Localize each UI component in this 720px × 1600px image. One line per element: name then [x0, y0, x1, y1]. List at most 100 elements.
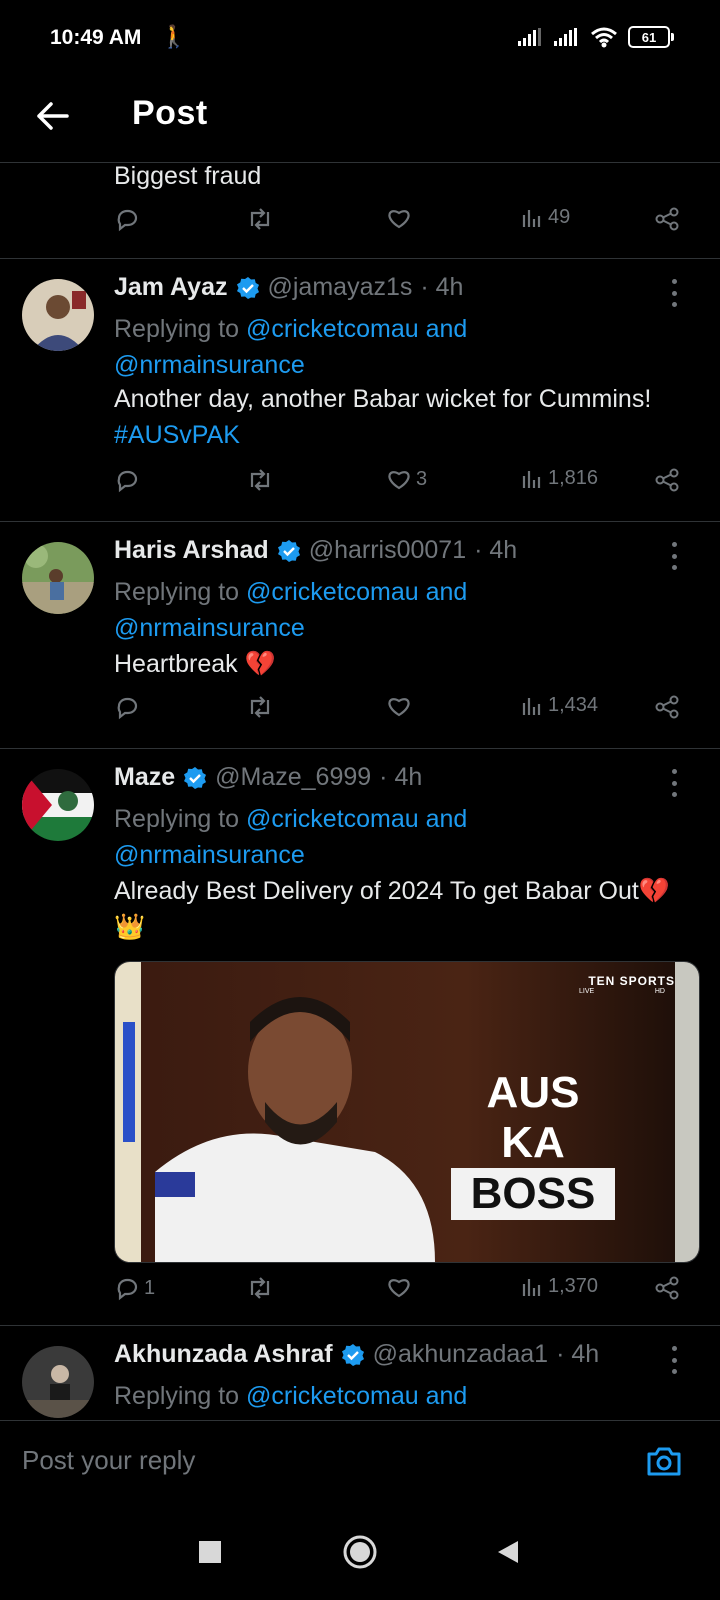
tweet-text: Biggest fraud — [114, 162, 262, 190]
reply-button[interactable]: 1 — [114, 1275, 155, 1301]
mention-link[interactable]: @nrmainsurance — [114, 351, 305, 379]
triangle-back-icon — [498, 1541, 518, 1563]
post-time: · 4h — [420, 273, 464, 301]
views-button[interactable]: 49 — [522, 206, 570, 229]
verified-badge-icon — [236, 276, 259, 299]
views-count: 1,434 — [548, 694, 599, 716]
tweet-text: Already Best Delivery of 2024 To get Bab… — [114, 877, 670, 941]
tweet[interactable]: Biggest fraud 49 — [0, 162, 720, 259]
reply-input[interactable]: Post your reply — [22, 1445, 195, 1476]
author-handle[interactable]: @Maze_6999 — [215, 763, 371, 792]
tweet-actions: 3 1,816 — [114, 467, 694, 503]
like-button[interactable] — [386, 206, 412, 230]
signal-icon — [554, 28, 577, 46]
system-nav-bar — [0, 1504, 720, 1600]
square-icon — [199, 1541, 221, 1563]
verified-badge-icon — [184, 766, 207, 789]
signal-icon — [518, 28, 541, 46]
repost-button[interactable] — [246, 467, 274, 493]
post-time: · 4h — [474, 536, 518, 564]
top-app-bar: Post — [0, 80, 720, 163]
more-options-button[interactable] — [664, 279, 684, 307]
camera-button[interactable] — [644, 1441, 684, 1481]
speech-bubble-icon — [117, 697, 138, 720]
avatar[interactable] — [22, 279, 94, 351]
repost-button[interactable] — [246, 206, 274, 232]
views-button[interactable]: 1,370 — [522, 1275, 598, 1298]
tweet[interactable]: Akhunzada Ashraf @akhunzadaa1 · 4h Reply… — [0, 1326, 720, 1420]
views-button[interactable]: 1,434 — [522, 694, 598, 717]
author-name[interactable]: Jam Ayaz — [114, 273, 228, 302]
hd-label: HD — [654, 988, 665, 995]
views-count: 49 — [548, 206, 571, 228]
reply-button[interactable] — [114, 467, 140, 493]
verified-badge-icon — [277, 539, 300, 562]
avatar[interactable] — [22, 542, 94, 614]
reply-feed[interactable]: Biggest fraud 49 Jam Ayaz @jamayaz1s · 4… — [0, 162, 720, 1420]
like-button[interactable] — [386, 694, 412, 718]
recents-button[interactable] — [188, 1530, 232, 1574]
arrow-left-icon — [37, 102, 69, 130]
mention-link[interactable]: @cricketcomau and — [246, 1382, 467, 1410]
author-handle[interactable]: @jamayaz1s — [268, 273, 413, 302]
tweet[interactable]: Haris Arshad @harris00071 · 4h Replying … — [0, 522, 720, 749]
tweet[interactable]: Maze @Maze_6999 · 4h Replying to @cricke… — [0, 749, 720, 1326]
tweet-media-image[interactable]: TEN SPORTS LIVE HD AUS KA BOSS — [114, 961, 700, 1263]
post-time: · 4h — [556, 1340, 600, 1368]
status-bar: 10:49 AM 🚶 61 — [0, 0, 720, 80]
tweet-actions: 1 1,370 — [114, 1275, 694, 1311]
tweet[interactable]: Jam Ayaz @jamayaz1s · 4h Replying to @cr… — [0, 259, 720, 522]
repost-icon — [250, 696, 270, 718]
replying-to: Replying to @cricketcomau and — [114, 1382, 468, 1410]
heart-icon — [388, 698, 410, 717]
reply-button[interactable] — [114, 206, 140, 232]
share-icon — [655, 207, 679, 231]
back-button[interactable] — [30, 94, 74, 138]
mention-link[interactable]: @cricketcomau and — [246, 578, 467, 606]
heart-icon — [388, 1279, 410, 1298]
reply-composer[interactable]: Post your reply — [0, 1420, 720, 1505]
reply-button[interactable] — [114, 694, 140, 720]
share-button[interactable] — [654, 467, 680, 493]
avatar[interactable] — [22, 769, 94, 841]
repost-button[interactable] — [246, 1275, 274, 1301]
mention-link[interactable]: @nrmainsurance — [114, 614, 305, 642]
live-label: LIVE — [579, 988, 595, 995]
tweet-text: Another day, another Babar wicket for Cu… — [114, 385, 652, 449]
page-title: Post — [132, 94, 208, 132]
mention-link[interactable]: @nrmainsurance — [114, 841, 305, 869]
heart-icon — [388, 210, 410, 229]
replies-count: 1 — [144, 1276, 156, 1299]
verified-badge-icon — [341, 1343, 364, 1366]
replying-to: Replying to @cricketcomau and @nrmainsur… — [114, 578, 468, 642]
overlay-text-line1: AUS KA — [486, 1068, 580, 1167]
like-button[interactable] — [386, 1275, 412, 1299]
author-handle[interactable]: @harris00071 — [309, 536, 466, 565]
share-button[interactable] — [654, 206, 680, 232]
mention-link[interactable]: @cricketcomau and — [246, 805, 467, 833]
speech-bubble-icon — [117, 1278, 138, 1301]
home-button[interactable] — [338, 1530, 382, 1574]
post-time: · 4h — [379, 763, 423, 791]
avatar[interactable] — [22, 1346, 94, 1418]
author-name[interactable]: Haris Arshad — [114, 536, 269, 565]
views-button[interactable]: 1,816 — [522, 467, 598, 490]
like-button[interactable]: 3 — [386, 467, 427, 491]
mention-link[interactable]: @cricketcomau and — [246, 315, 467, 343]
share-button[interactable] — [654, 1275, 680, 1301]
speech-bubble-icon — [117, 209, 138, 232]
more-options-button[interactable] — [664, 542, 684, 570]
tweet-actions: 1,434 — [114, 694, 694, 730]
author-handle[interactable]: @akhunzadaa1 — [373, 1340, 549, 1369]
back-nav-button[interactable] — [486, 1530, 530, 1574]
more-options-button[interactable] — [664, 1346, 684, 1374]
hashtag-link[interactable]: #AUSvPAK — [114, 421, 240, 449]
more-options-button[interactable] — [664, 769, 684, 797]
views-count: 1,816 — [548, 467, 599, 489]
author-name[interactable]: Akhunzada Ashraf — [114, 1340, 333, 1369]
repost-button[interactable] — [246, 694, 274, 720]
author-name[interactable]: Maze — [114, 763, 175, 792]
camera-icon — [647, 1447, 681, 1476]
share-button[interactable] — [654, 694, 680, 720]
speech-bubble-icon — [117, 470, 138, 493]
